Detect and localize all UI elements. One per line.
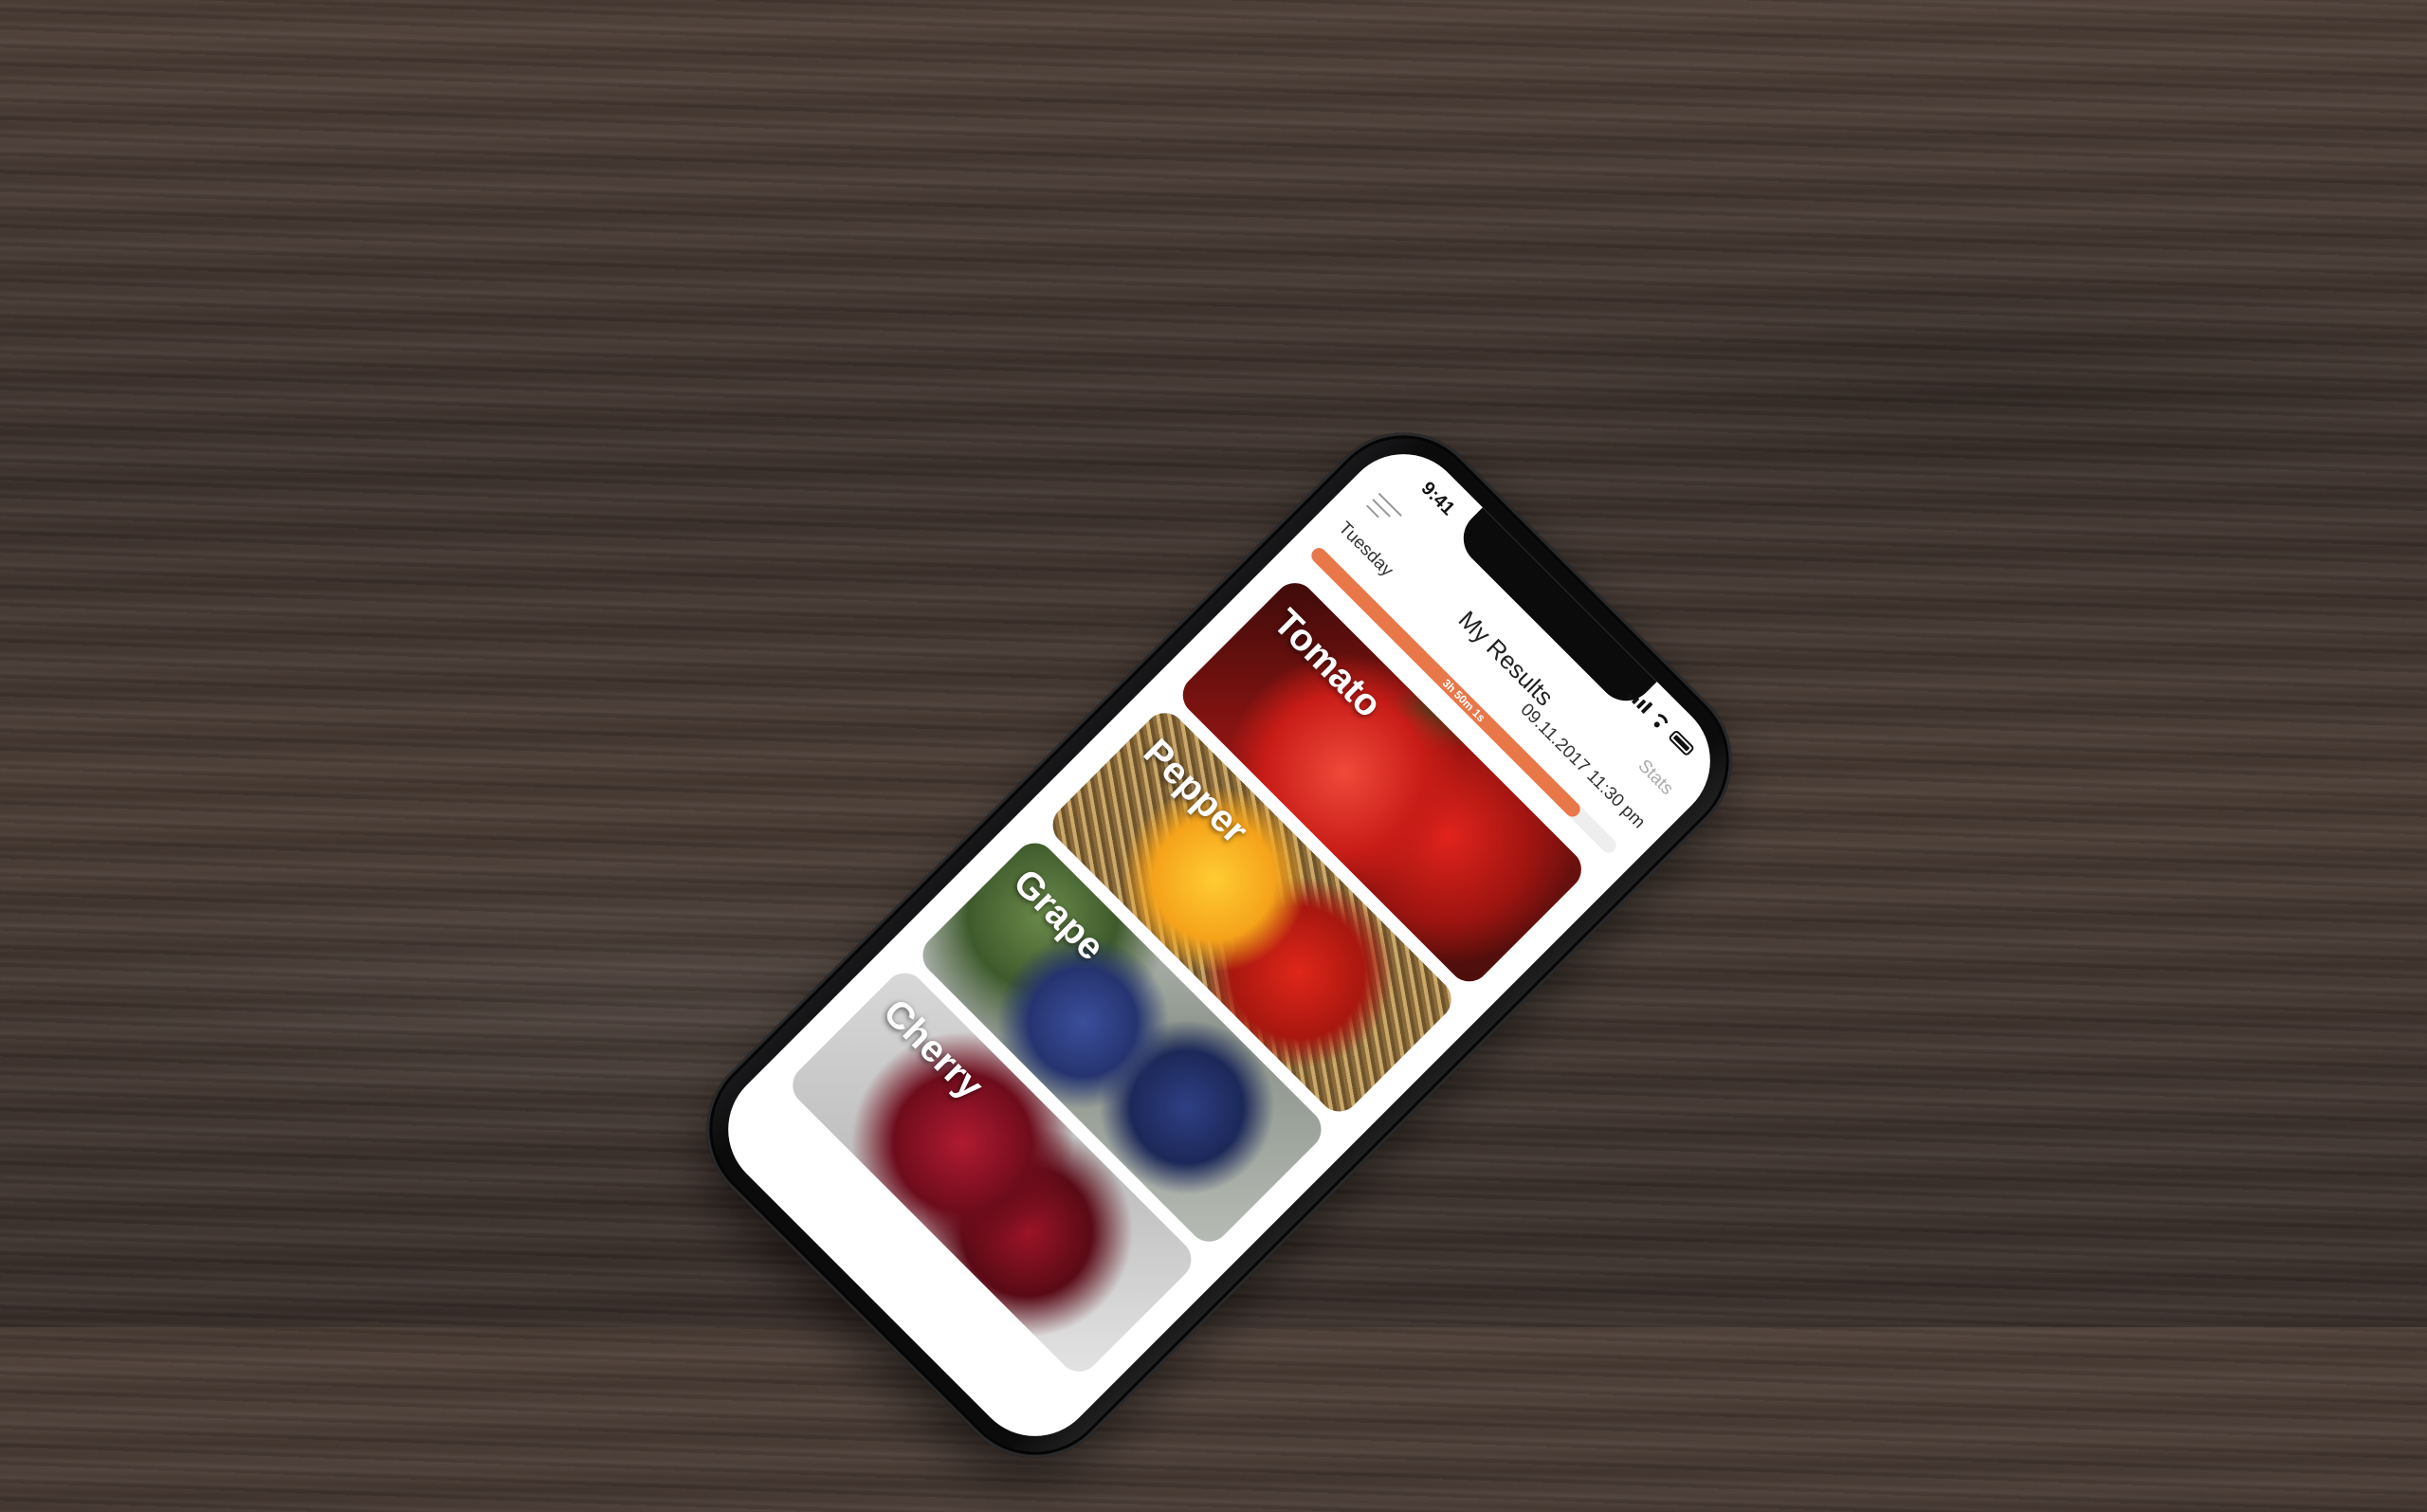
battery-icon [1668,729,1696,757]
phone-screen: 9:41 Stats My Results Tuesday 09.11.2017… [702,428,1737,1463]
status-time: 9:41 [1416,478,1459,520]
notch [1451,507,1657,713]
card-label: Tomato [1265,601,1390,726]
phone-device: 9:41 Stats My Results Tuesday 09.11.2017… [672,398,1766,1512]
phone-frame: 9:41 Stats My Results Tuesday 09.11.2017… [672,398,1766,1492]
wifi-icon [1649,710,1671,733]
wooden-table-background: 9:41 Stats My Results Tuesday 09.11.2017… [0,0,2427,1512]
status-icons [1626,686,1697,757]
